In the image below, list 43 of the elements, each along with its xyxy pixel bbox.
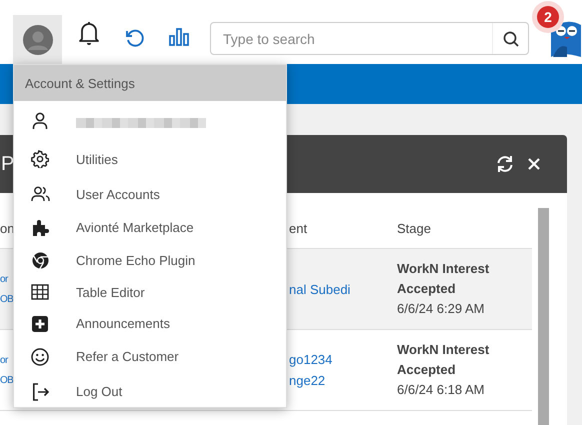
table-link[interactable]: go1234 [289,352,332,367]
menu-item[interactable]: Chrome Echo Plugin [14,244,286,276]
close-icon[interactable] [528,158,540,170]
menu-item[interactable]: Avionté Marketplace [14,211,286,244]
panel-title: P [1,152,14,176]
timestamp: 6/6/24 6:18 AM [397,381,484,399]
menu-item[interactable]: Log Out [14,374,286,409]
menu-item[interactable]: Utilities [14,141,286,177]
menu-item[interactable]: Announcements [14,308,286,339]
menu-item[interactable]: User Accounts [14,177,286,211]
smiley-icon [31,348,49,366]
puzzle-icon [32,219,48,236]
browser-logo-icon [32,252,48,268]
table-link[interactable]: OB [0,374,14,386]
table-icon [31,284,49,300]
table-link[interactable]: nal Subedi [289,282,350,296]
column-header: Stage [397,220,431,236]
refresh-icon[interactable] [496,155,514,173]
column-header: ent [289,220,308,236]
menu-item[interactable]: Table Editor [14,276,286,308]
stage-text: WorkN Interest Accepted [397,260,490,298]
avatar-icon [22,24,52,54]
plus-square-icon [32,316,48,332]
scrollbar[interactable] [538,208,549,425]
search-field[interactable]: Type to search [210,22,529,55]
search-icon [502,30,518,46]
people-icon [30,186,50,202]
history-icon[interactable] [125,28,145,48]
person-icon [32,112,48,130]
table-link[interactable]: OB [0,294,14,304]
logout-icon [32,382,48,400]
table-link[interactable]: or [0,274,8,284]
bar-chart-icon[interactable] [169,28,189,46]
notification-badge[interactable]: 2 [537,6,559,28]
stage-text: WorkN Interest Accepted [397,341,490,379]
timestamp: 6/6/24 6:29 AM [397,300,484,318]
menu-item[interactable]: Refer a Customer [14,339,286,374]
table-link[interactable]: nge22 [289,373,326,388]
gear-icon [31,150,49,168]
account-button[interactable] [13,15,62,64]
menu-header: Account & Settings [14,65,286,101]
table-link[interactable]: or [0,354,8,366]
bell-icon[interactable] [78,20,100,46]
